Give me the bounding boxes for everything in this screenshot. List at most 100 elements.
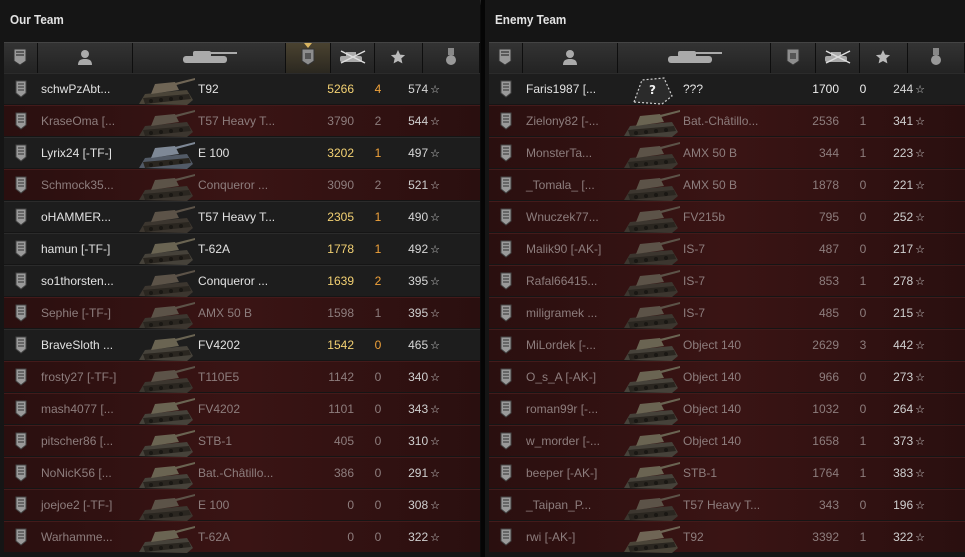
player-name[interactable]: O_s_A [-AK-] bbox=[526, 370, 596, 384]
xp-value: 291 bbox=[408, 466, 429, 480]
player-row[interactable]: w_morder [-... Object 140 1658 1 373 ☆ bbox=[489, 425, 965, 457]
sort-by-player-button[interactable] bbox=[523, 43, 618, 73]
rank-badge-icon bbox=[15, 336, 27, 354]
xp-value: 340 bbox=[408, 370, 429, 384]
player-name[interactable]: frosty27 [-TF-] bbox=[41, 370, 116, 384]
sort-by-medal-button[interactable] bbox=[908, 43, 965, 73]
sort-by-vehicle-button[interactable] bbox=[618, 43, 771, 73]
player-row[interactable]: Faris1987 [...???? 1700 0 244 ☆ bbox=[489, 73, 965, 105]
player-row[interactable]: KraseOma [... T57 Heavy T... 3790 2 544 ☆ bbox=[4, 105, 480, 137]
player-name[interactable]: Lyrix24 [-TF-] bbox=[41, 146, 112, 160]
tank-icon bbox=[137, 298, 195, 329]
player-row[interactable]: Zielony82 [-... Bat.-Châtillo... 2536 1 341 ☆ bbox=[489, 105, 965, 137]
player-row[interactable]: rwi [-AK-] T92 3392 1 322 ☆ bbox=[489, 521, 965, 553]
player-name[interactable]: rwi [-AK-] bbox=[526, 530, 575, 544]
player-name[interactable]: schwPzAbt... bbox=[41, 82, 110, 96]
player-row[interactable]: BraveSloth ... FV4202 1542 0 465 ☆ bbox=[4, 329, 480, 361]
vehicle-name: Object 140 bbox=[683, 370, 742, 384]
enemy-team-header bbox=[489, 42, 965, 74]
player-name[interactable]: _Tomala_ [... bbox=[526, 178, 595, 192]
player-row[interactable]: frosty27 [-TF-] T110E5 1142 0 340 ☆ bbox=[4, 361, 480, 393]
player-name[interactable]: BraveSloth ... bbox=[41, 338, 113, 352]
sort-by-medal-button[interactable] bbox=[423, 43, 481, 73]
player-name[interactable]: Schmock35... bbox=[41, 178, 114, 192]
player-row[interactable]: beeper [-AK-] STB-1 1764 1 383 ☆ bbox=[489, 457, 965, 489]
sort-by-rank-button[interactable] bbox=[4, 43, 38, 73]
player-name[interactable]: Wnuczek77... bbox=[526, 210, 599, 224]
player-name[interactable]: Zielony82 [-... bbox=[526, 114, 599, 128]
sort-by-rank-button[interactable] bbox=[489, 43, 523, 73]
player-name[interactable]: Faris1987 [... bbox=[526, 82, 596, 96]
player-row[interactable]: Wnuczek77... FV215b 795 0 252 ☆ bbox=[489, 201, 965, 233]
player-name[interactable]: joejoe2 [-TF-] bbox=[41, 498, 112, 512]
player-row[interactable]: MiLordek [-... Object 140 2629 3 442 ☆ bbox=[489, 329, 965, 361]
player-name[interactable]: Rafal66415... bbox=[526, 274, 597, 288]
player-row[interactable]: oHAMMER... T57 Heavy T... 2305 1 490 ☆ bbox=[4, 201, 480, 233]
player-row[interactable]: Schmock35... Conqueror ... 3090 2 521 ☆ bbox=[4, 169, 480, 201]
player-row[interactable]: Malik90 [-AK-] IS-7 487 0 217 ☆ bbox=[489, 233, 965, 265]
player-row[interactable]: pitscher86 [... STB-1 405 0 310 ☆ bbox=[4, 425, 480, 457]
rank-badge-icon bbox=[500, 304, 512, 322]
xp-cell: 322 ☆ bbox=[883, 530, 931, 544]
player-row[interactable]: hamun [-TF-] T-62A 1778 1 492 ☆ bbox=[4, 233, 480, 265]
player-row[interactable]: Rafal66415... IS-7 853 1 278 ☆ bbox=[489, 265, 965, 297]
player-row[interactable]: Sephie [-TF-] AMX 50 B 1598 1 395 ☆ bbox=[4, 297, 480, 329]
player-name[interactable]: MiLordek [-... bbox=[526, 338, 596, 352]
player-name[interactable]: Malik90 [-AK-] bbox=[526, 242, 601, 256]
player-row[interactable]: miligramek ... IS-7 485 0 215 ☆ bbox=[489, 297, 965, 329]
player-row[interactable]: MonsterTa... AMX 50 B 344 1 223 ☆ bbox=[489, 137, 965, 169]
xp-value: 196 bbox=[893, 498, 914, 512]
player-name[interactable]: mash4077 [... bbox=[41, 402, 114, 416]
player-row[interactable]: roman99r [-... Object 140 1032 0 264 ☆ bbox=[489, 393, 965, 425]
rank-badge-icon bbox=[500, 432, 512, 450]
player-name[interactable]: oHAMMER... bbox=[41, 210, 111, 224]
player-row[interactable]: _Tomala_ [... AMX 50 B 1878 0 221 ☆ bbox=[489, 169, 965, 201]
player-name[interactable]: w_morder [-... bbox=[526, 434, 600, 448]
player-name[interactable]: KraseOma [... bbox=[41, 114, 115, 128]
sort-by-damage-button[interactable] bbox=[285, 43, 332, 73]
tank-icon bbox=[622, 330, 680, 361]
player-row[interactable]: Warhamme... T-62A 0 0 322 ☆ bbox=[4, 521, 480, 553]
player-name[interactable]: Sephie [-TF-] bbox=[41, 306, 111, 320]
xp-cell: 196 ☆ bbox=[883, 498, 931, 512]
kills-value: 1 bbox=[859, 530, 867, 544]
player-name[interactable]: miligramek ... bbox=[526, 306, 597, 320]
player-row[interactable]: _Taipan_P... T57 Heavy T... 343 0 196 ☆ bbox=[489, 489, 965, 521]
player-name[interactable]: _Taipan_P... bbox=[526, 498, 591, 512]
player-name[interactable]: MonsterTa... bbox=[526, 146, 592, 160]
player-row[interactable]: O_s_A [-AK-] Object 140 966 0 273 ☆ bbox=[489, 361, 965, 393]
sort-by-player-button[interactable] bbox=[38, 43, 133, 73]
vehicle-name-cell: T92 bbox=[680, 530, 779, 544]
vehicle-name-cell: Object 140 bbox=[680, 370, 779, 384]
player-row[interactable]: Lyrix24 [-TF-] E 100 3202 1 497 ☆ bbox=[4, 137, 480, 169]
rank-badge-icon bbox=[15, 176, 27, 194]
vehicle-name-cell: Object 140 bbox=[680, 434, 779, 448]
sort-by-kills-button[interactable] bbox=[816, 43, 860, 73]
star-icon: ☆ bbox=[915, 340, 925, 352]
player-row[interactable]: joejoe2 [-TF-] E 100 0 0 308 ☆ bbox=[4, 489, 480, 521]
player-name[interactable]: NoNicK56 [... bbox=[41, 466, 112, 480]
player-name[interactable]: hamun [-TF-] bbox=[41, 242, 110, 256]
vehicle-name: T92 bbox=[198, 82, 219, 96]
xp-value: 308 bbox=[408, 498, 429, 512]
player-name[interactable]: so1thorsten... bbox=[41, 274, 114, 288]
sort-by-xp-button[interactable] bbox=[375, 43, 423, 73]
player-row[interactable]: schwPzAbt... T92 5266 4 574 ☆ bbox=[4, 73, 480, 105]
player-name[interactable]: roman99r [-... bbox=[526, 402, 598, 416]
vehicle-name: STB-1 bbox=[198, 434, 233, 448]
sort-by-xp-button[interactable] bbox=[860, 43, 908, 73]
player-name[interactable]: beeper [-AK-] bbox=[526, 466, 597, 480]
player-row[interactable]: so1thorsten... Conqueror ... 1639 2 395 ☆ bbox=[4, 265, 480, 297]
sort-by-kills-button[interactable] bbox=[331, 43, 375, 73]
sort-by-damage-button[interactable] bbox=[771, 43, 817, 73]
damage-value: 343 bbox=[818, 498, 839, 512]
player-name-cell: _Tomala_ [... bbox=[523, 178, 622, 192]
player-name[interactable]: Warhamme... bbox=[41, 530, 113, 544]
player-row[interactable]: NoNicK56 [... Bat.-Châtillo... 386 0 291 ☆ bbox=[4, 457, 480, 489]
sort-by-vehicle-button[interactable] bbox=[133, 43, 286, 73]
our-team-title: Our Team bbox=[10, 12, 64, 27]
kills-value: 0 bbox=[374, 402, 382, 416]
damage-value: 853 bbox=[818, 274, 839, 288]
player-name[interactable]: pitscher86 [... bbox=[41, 434, 113, 448]
player-row[interactable]: mash4077 [... FV4202 1101 0 343 ☆ bbox=[4, 393, 480, 425]
